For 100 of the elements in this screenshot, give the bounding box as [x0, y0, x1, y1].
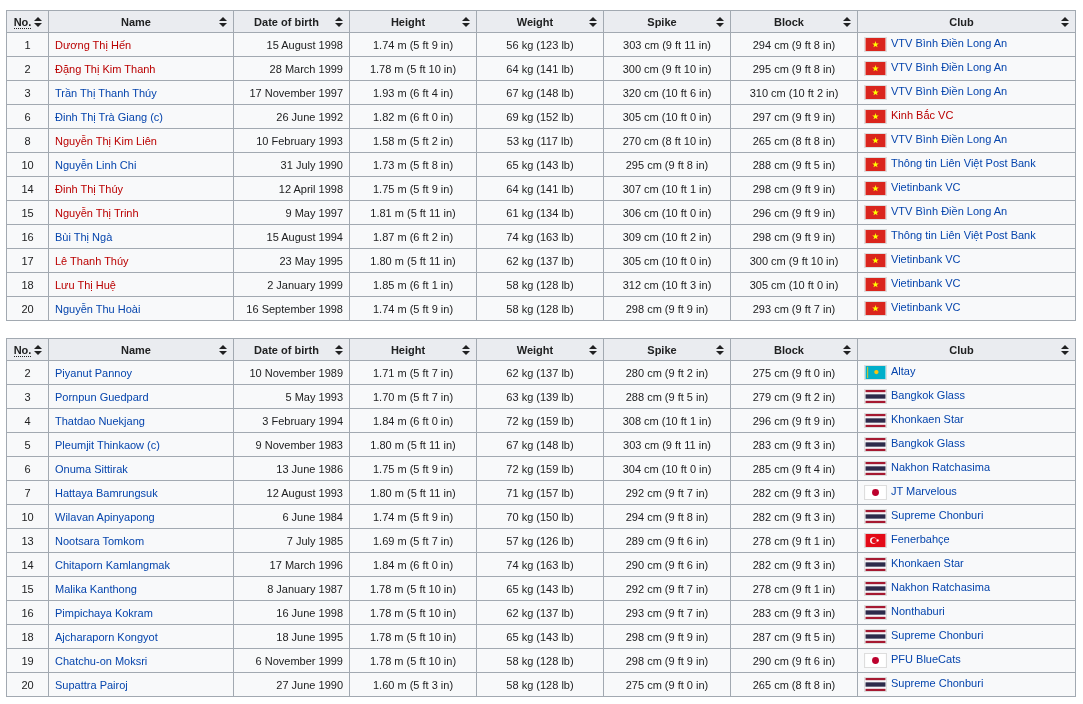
player-link[interactable]: Wilavan Apinyapong — [55, 510, 155, 523]
club-link[interactable]: VTV Bình Điền Long An — [891, 37, 1008, 50]
club-link[interactable]: VTV Bình Điền Long An — [891, 205, 1008, 218]
sort-icon[interactable] — [589, 345, 597, 355]
player-link[interactable]: Nguyễn Thị Trinh — [55, 206, 139, 219]
table-cell: 1.93 m (6 ft 4 in) — [349, 80, 477, 105]
table-cell: 1.78 m (5 ft 10 in) — [349, 600, 477, 625]
club-link[interactable]: Bangkok Glass — [891, 389, 965, 402]
player-link[interactable]: Đặng Thị Kim Thanh — [55, 62, 156, 75]
club-link[interactable]: VTV Bình Điền Long An — [891, 133, 1008, 146]
player-link[interactable]: Nguyễn Thu Hoài — [55, 302, 141, 315]
club-link[interactable]: Supreme Chonburi — [891, 509, 984, 522]
column-header[interactable]: Name — [48, 338, 234, 361]
player-link[interactable]: Onuma Sittirak — [55, 462, 128, 475]
player-link[interactable]: Lưu Thị Huệ — [55, 278, 116, 291]
club-link[interactable]: JT Marvelous — [891, 485, 957, 498]
column-header[interactable]: Club — [857, 10, 1076, 33]
sort-icon[interactable] — [335, 17, 343, 27]
club-link[interactable]: Vietinbank VC — [891, 301, 961, 314]
table-cell: 4 — [6, 408, 49, 433]
player-link[interactable]: Hattaya Bamrungsuk — [55, 486, 158, 499]
player-link[interactable]: Lê Thanh Thúy — [55, 254, 129, 267]
club-link[interactable]: Vietinbank VC — [891, 181, 961, 194]
column-header[interactable]: No. — [6, 10, 49, 33]
player-link[interactable]: Pimpichaya Kokram — [55, 606, 153, 619]
player-link[interactable]: Pleumjit Thinkaow (c) — [55, 438, 160, 451]
table-cell: 295 cm (9 ft 8 in) — [730, 56, 858, 81]
club-link[interactable]: Altay — [891, 365, 916, 378]
column-header[interactable]: Spike — [603, 10, 731, 33]
table-cell: 294 cm (9 ft 8 in) — [730, 32, 858, 57]
column-header[interactable]: Block — [730, 338, 858, 361]
player-link[interactable]: Piyanut Pannoy — [55, 366, 133, 379]
player-link[interactable]: Pornpun Guedpard — [55, 390, 149, 403]
player-link[interactable]: Nguyễn Thị Kim Liên — [55, 134, 157, 147]
column-header[interactable]: Height — [349, 338, 477, 361]
sort-icon[interactable] — [716, 17, 724, 27]
table-cell: 10 February 1993 — [233, 128, 350, 153]
club-link[interactable]: Supreme Chonburi — [891, 629, 984, 642]
club-link[interactable]: Vietinbank VC — [891, 253, 961, 266]
sort-icon[interactable] — [462, 345, 470, 355]
club-link[interactable]: Kinh Bắc VC — [891, 109, 954, 122]
club-link[interactable]: Bangkok Glass — [891, 437, 965, 450]
player-link[interactable]: Bùi Thị Ngà — [55, 230, 113, 243]
column-header[interactable]: Date of birth — [233, 10, 350, 33]
player-link[interactable]: Trần Thị Thanh Thúy — [55, 86, 157, 99]
table-cell: 74 kg (163 lb) — [476, 552, 604, 577]
sort-icon[interactable] — [1061, 345, 1069, 355]
club-link[interactable]: Khonkaen Star — [891, 557, 964, 570]
sort-icon[interactable] — [589, 17, 597, 27]
player-link[interactable]: Chitaporn Kamlangmak — [55, 558, 170, 571]
column-header[interactable]: Date of birth — [233, 338, 350, 361]
club-link[interactable]: Vietinbank VC — [891, 277, 961, 290]
sort-icon[interactable] — [34, 345, 42, 355]
player-link[interactable]: Dương Thị Hến — [55, 38, 132, 51]
sort-icon[interactable] — [1061, 17, 1069, 27]
club-link[interactable]: PFU BlueCats — [891, 653, 961, 666]
club-link[interactable]: Nakhon Ratchasima — [891, 461, 991, 474]
table-cell: 13 June 1986 — [233, 456, 350, 481]
player-link[interactable]: Nootsara Tomkom — [55, 534, 145, 547]
table-cell: 58 kg (128 lb) — [476, 672, 604, 697]
player-link[interactable]: Nguyễn Linh Chi — [55, 158, 137, 171]
table-cell: 1.78 m (5 ft 10 in) — [349, 624, 477, 649]
sort-icon[interactable] — [34, 17, 42, 27]
club-link[interactable]: Khonkaen Star — [891, 413, 964, 426]
club-link[interactable]: Thông tin Liên Việt Post Bank — [891, 157, 1036, 170]
sort-icon[interactable] — [462, 17, 470, 27]
club-link[interactable]: Nonthaburi — [891, 605, 945, 618]
column-header[interactable]: No. — [6, 338, 49, 361]
column-header[interactable]: Block — [730, 10, 858, 33]
table-cell: 1.70 m (5 ft 7 in) — [349, 384, 477, 409]
player-link[interactable]: Malika Kanthong — [55, 582, 137, 595]
player-link[interactable]: Supattra Pairoj — [55, 678, 128, 691]
column-header[interactable]: Weight — [476, 10, 604, 33]
player-link[interactable]: Thatdao Nuekjang — [55, 414, 145, 427]
sort-icon[interactable] — [219, 345, 227, 355]
club-link[interactable]: Fenerbahçe — [891, 533, 950, 546]
table-cell: 292 cm (9 ft 7 in) — [603, 480, 731, 505]
table-cell: 283 cm (9 ft 3 in) — [730, 600, 858, 625]
column-header[interactable]: Club — [857, 338, 1076, 361]
column-header[interactable]: Name — [48, 10, 234, 33]
player-link[interactable]: Đinh Thị Trà Giang (c) — [55, 110, 163, 123]
club-link[interactable]: Supreme Chonburi — [891, 677, 984, 690]
sort-icon[interactable] — [335, 345, 343, 355]
player-link[interactable]: Đinh Thị Thúy — [55, 182, 124, 195]
club-link[interactable]: Thông tin Liên Việt Post Bank — [891, 229, 1036, 242]
table-cell: 1.80 m (5 ft 11 in) — [349, 432, 477, 457]
sort-icon[interactable] — [843, 345, 851, 355]
player-link[interactable]: Ajcharaporn Kongyot — [55, 630, 158, 643]
club-link[interactable]: VTV Bình Điền Long An — [891, 85, 1008, 98]
sort-icon[interactable] — [716, 345, 724, 355]
club-link[interactable]: Nakhon Ratchasima — [891, 581, 991, 594]
column-header[interactable]: Weight — [476, 338, 604, 361]
table-cell: 15 August 1998 — [233, 32, 350, 57]
player-link[interactable]: Chatchu-on Moksri — [55, 654, 148, 667]
sort-icon[interactable] — [219, 17, 227, 27]
table-cell: 16 — [6, 224, 49, 249]
sort-icon[interactable] — [843, 17, 851, 27]
column-header[interactable]: Spike — [603, 338, 731, 361]
club-link[interactable]: VTV Bình Điền Long An — [891, 61, 1008, 74]
column-header[interactable]: Height — [349, 10, 477, 33]
